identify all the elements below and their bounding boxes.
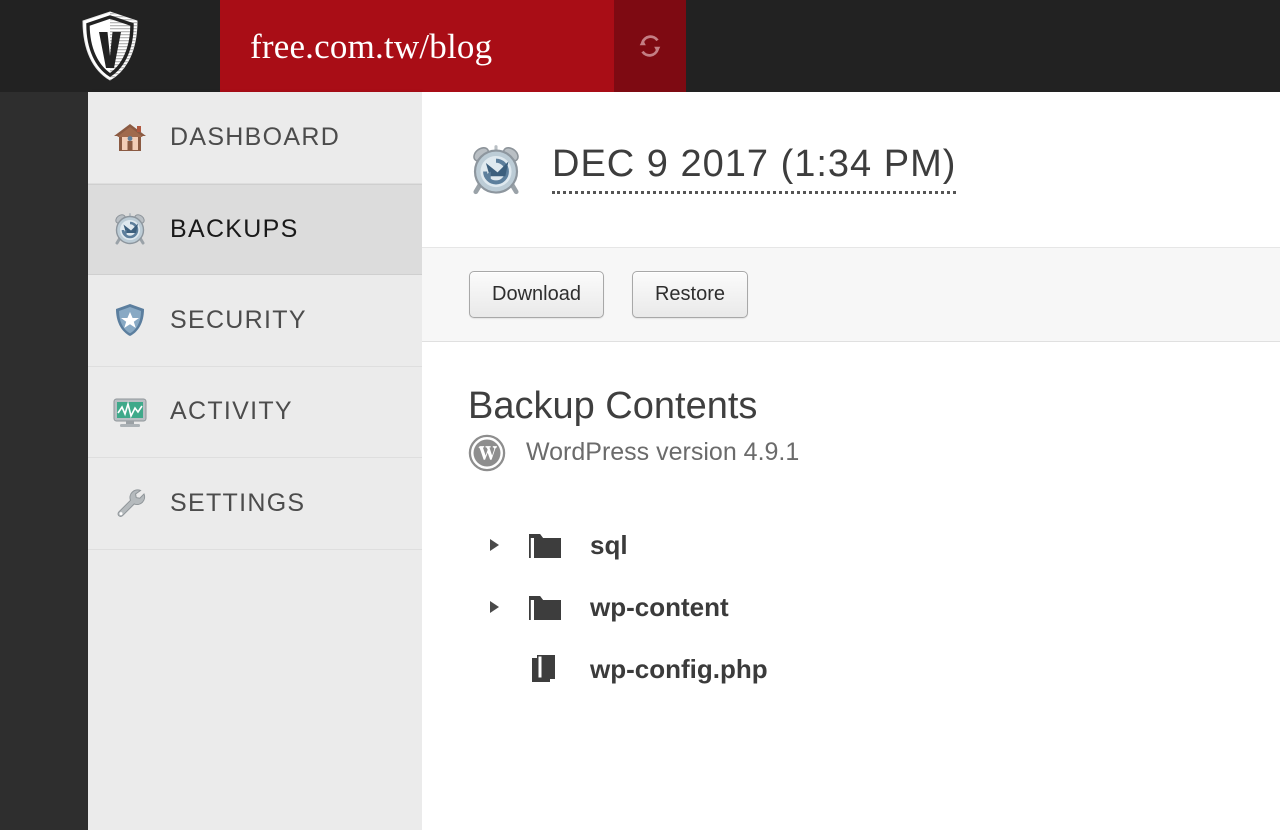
tree-row[interactable]: sql — [468, 514, 1234, 576]
tree-item-label: wp-content — [590, 591, 729, 622]
file-icon — [532, 654, 555, 682]
logo-zone[interactable] — [0, 0, 220, 92]
sidebar-item-security[interactable]: SECURITY — [88, 275, 422, 367]
alarm-clock-icon — [115, 213, 145, 245]
wrench-icon — [117, 489, 146, 518]
sidebar: DASHBOARD BACKUPS SECURITY ACTIVITY SETT… — [88, 92, 422, 830]
backup-contents-section: Backup Contents WordPress version 4.9.1 — [422, 342, 1280, 700]
sidebar-item-label: BACKUPS — [170, 214, 299, 243]
site-title-zone: free.com.tw/blog — [220, 0, 614, 92]
backup-file-tree: sql wp-content wp-config.php — [468, 514, 1234, 700]
chevron-right-icon[interactable] — [482, 600, 506, 614]
wordpress-icon — [468, 434, 506, 472]
alarm-clock-icon — [473, 144, 519, 194]
folder-icon — [529, 595, 561, 620]
backup-header: DEC 9 2017 (1:34 PM) — [422, 92, 1280, 248]
sidebar-item-settings[interactable]: SETTINGS — [88, 458, 422, 550]
left-gutter — [0, 92, 88, 830]
shield-star-icon — [116, 304, 144, 337]
main-panel: DEC 9 2017 (1:34 PM) Download Restore Ba… — [422, 92, 1280, 830]
download-button[interactable]: Download — [469, 271, 604, 318]
tree-item-label: wp-config.php — [590, 653, 768, 684]
backup-contents-title: Backup Contents — [468, 385, 758, 427]
tree-item-label: sql — [590, 529, 628, 560]
chevron-right-icon[interactable] — [482, 538, 506, 552]
tree-row[interactable]: wp-content — [468, 576, 1234, 638]
top-bar: free.com.tw/blog — [0, 0, 1280, 92]
house-icon — [114, 124, 146, 152]
sidebar-item-label: SECURITY — [170, 305, 307, 334]
site-title: free.com.tw/blog — [250, 26, 493, 66]
monitor-chart-icon — [113, 398, 147, 427]
vaultpress-shield-logo — [82, 11, 138, 81]
vaultpress-app: free.com.tw/blog DASHBOARD BACKUPS SECUR… — [0, 0, 1280, 830]
tree-row[interactable]: wp-config.php — [468, 638, 1234, 700]
sidebar-item-backups[interactable]: BACKUPS — [88, 183, 422, 275]
backup-actions-toolbar: Download Restore — [422, 248, 1280, 342]
sidebar-item-label: DASHBOARD — [170, 122, 341, 151]
restore-button[interactable]: Restore — [631, 271, 748, 318]
backup-date-title[interactable]: DEC 9 2017 (1:34 PM) — [552, 144, 957, 194]
sidebar-item-activity[interactable]: ACTIVITY — [88, 367, 422, 458]
sidebar-item-label: SETTINGS — [170, 488, 306, 517]
wordpress-version-row: WordPress version 4.9.1 — [468, 434, 1234, 472]
refresh-icon — [639, 35, 661, 57]
top-bar-filler — [686, 0, 1280, 92]
refresh-button[interactable] — [614, 0, 686, 92]
folder-icon — [529, 533, 561, 558]
wordpress-version-label: WordPress version 4.9.1 — [526, 438, 800, 467]
sidebar-item-label: ACTIVITY — [170, 397, 293, 426]
sidebar-item-dashboard[interactable]: DASHBOARD — [88, 92, 422, 184]
